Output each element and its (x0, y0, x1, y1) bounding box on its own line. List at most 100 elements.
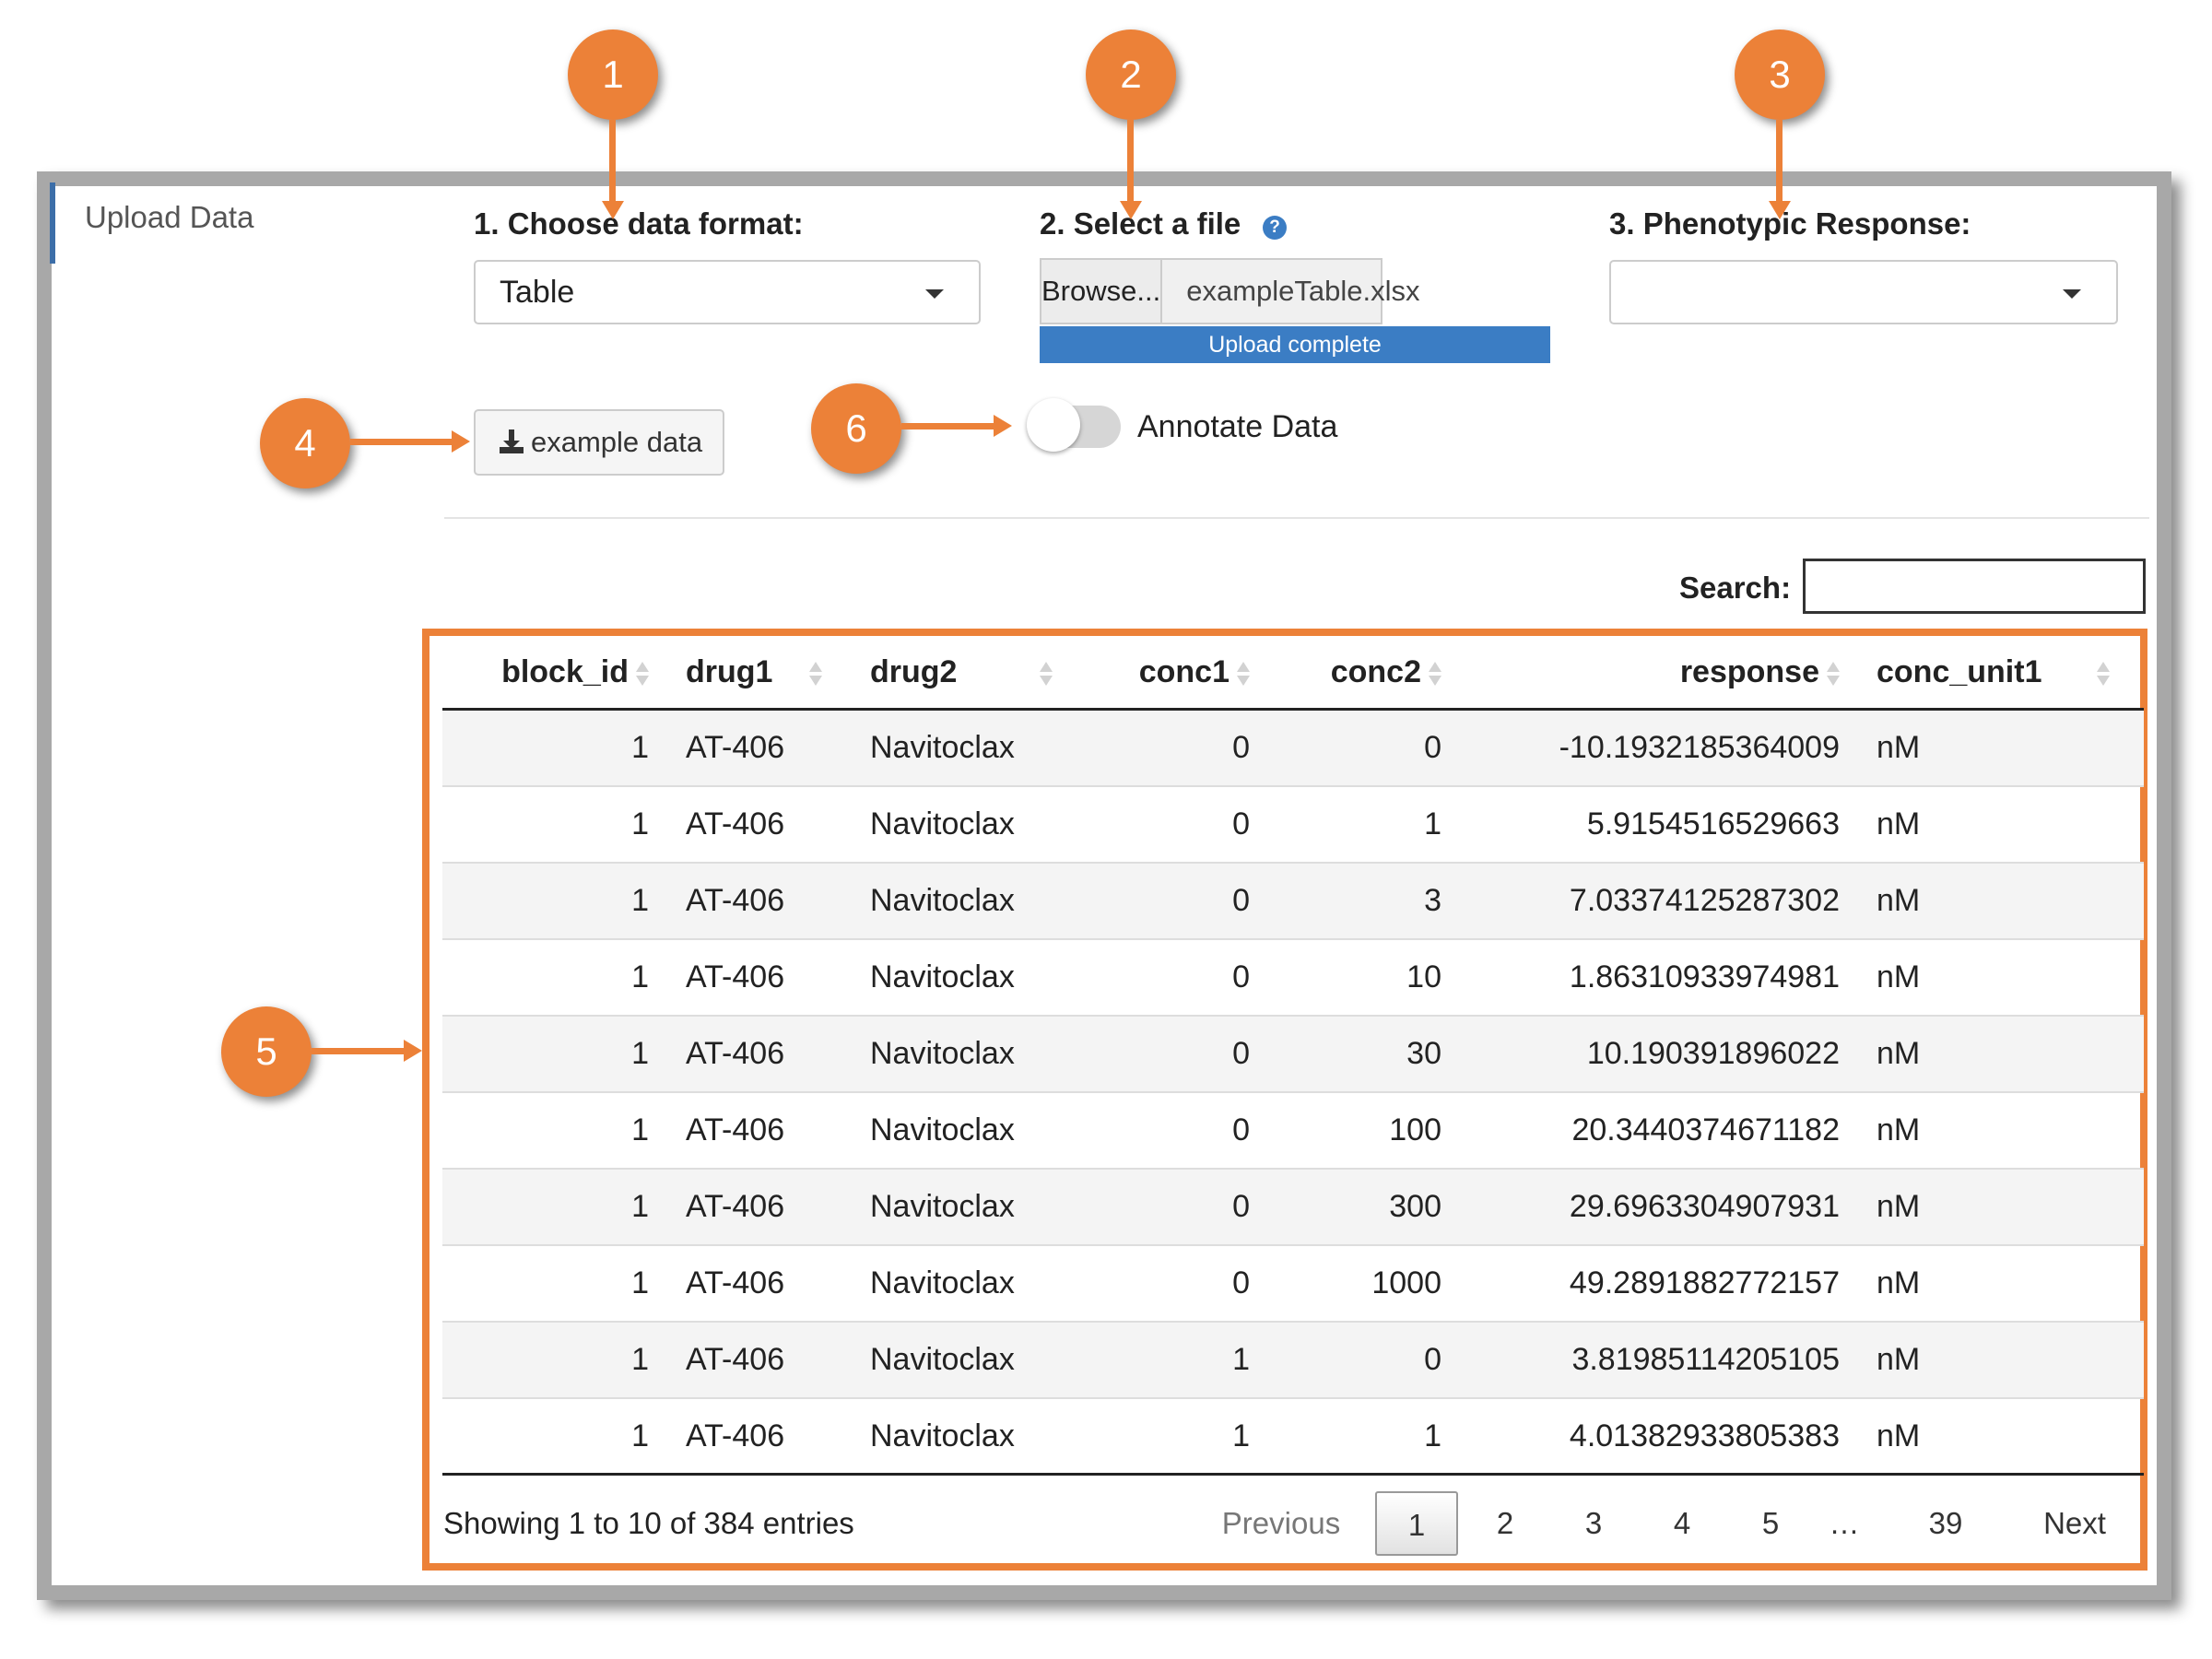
column-header-response[interactable]: response (1460, 636, 1858, 711)
cell-conc-unit1: nM (1858, 1015, 2144, 1092)
column-header-label: block_id (501, 653, 629, 689)
column-header-drug2[interactable]: drug2 (852, 636, 1073, 711)
format-select[interactable]: Table (474, 260, 981, 324)
cell-drug1: AT-406 (667, 1321, 852, 1398)
help-icon[interactable]: ? (1263, 216, 1287, 240)
annotate-label: Annotate Data (1137, 409, 1338, 444)
cell-conc1: 1 (1073, 1321, 1268, 1398)
chevron-down-icon (925, 289, 944, 299)
format-label: 1. Choose data format: (474, 206, 804, 241)
pagination-previous[interactable]: Previous (1198, 1491, 1364, 1556)
cell-block-id: 1 (442, 1321, 667, 1398)
column-header-label: drug2 (870, 653, 958, 689)
cell-response: 5.9154516529663 (1460, 785, 1858, 863)
cell-conc2: 1 (1268, 1397, 1460, 1474)
column-header-label: conc_unit1 (1877, 653, 2042, 689)
example-data-button[interactable]: example data (474, 409, 724, 476)
annotate-toggle[interactable] (1027, 398, 1121, 452)
pagination-next[interactable]: Next (2006, 1491, 2144, 1556)
sort-icon (2097, 660, 2111, 688)
cell-drug2: Navitoclax (852, 1244, 1073, 1322)
pagination-page-39[interactable]: 39 (1904, 1491, 1987, 1556)
cell-drug1: AT-406 (667, 1091, 852, 1169)
cell-response: 49.2891882772157 (1460, 1244, 1858, 1322)
cell-drug1: AT-406 (667, 785, 852, 863)
cell-block-id: 1 (442, 1244, 667, 1322)
table-row: 1 AT-406 Navitoclax 0 1 5.9154516529663 nM (442, 785, 2144, 863)
column-header-conc2[interactable]: conc2 (1268, 636, 1460, 711)
cell-block-id: 1 (442, 1397, 667, 1474)
cell-drug2: Navitoclax (852, 1168, 1073, 1245)
sidebar-tab-upload-data[interactable]: Upload Data (50, 182, 326, 264)
annotation-marker-5: 5 (221, 1006, 312, 1097)
annotation-arrowhead (404, 1040, 422, 1062)
cell-block-id: 1 (442, 862, 667, 939)
annotation-marker-6: 6 (811, 383, 901, 474)
pagination-page-2[interactable]: 2 (1464, 1491, 1547, 1556)
pagination-ellipsis: … (1829, 1506, 1860, 1540)
pagination-page-4[interactable]: 4 (1641, 1491, 1724, 1556)
annotation-arrow (312, 1048, 406, 1054)
pagination: Previous 1 2 3 4 5 … 39 Next (1198, 1491, 2144, 1556)
cell-drug2: Navitoclax (852, 938, 1073, 1016)
cell-conc-unit1: nM (1858, 1091, 2144, 1169)
table-row: 1 AT-406 Navitoclax 1 0 3.81985114205105 nM (442, 1321, 2144, 1398)
table-footer-divider (442, 1473, 2144, 1476)
cell-block-id: 1 (442, 1015, 667, 1092)
cell-drug2: Navitoclax (852, 1397, 1073, 1474)
annotation-arrowhead (994, 415, 1012, 437)
table-row: 1 AT-406 Navitoclax 0 30 10.190391896022 nM (442, 1015, 2144, 1092)
cell-conc1: 0 (1073, 1168, 1268, 1245)
pagination-page-3[interactable]: 3 (1552, 1491, 1635, 1556)
cell-response: 3.81985114205105 (1460, 1321, 1858, 1398)
cell-response: 1.86310933974981 (1460, 938, 1858, 1016)
download-icon (500, 429, 524, 453)
column-header-block-id[interactable]: block_id (442, 636, 667, 711)
cell-response: -10.1932185364009 (1460, 708, 1858, 786)
cell-drug1: AT-406 (667, 938, 852, 1016)
column-header-conc-unit1[interactable]: conc_unit1 (1858, 636, 2144, 711)
cell-conc-unit1: nM (1858, 938, 2144, 1016)
annotation-arrow (609, 120, 616, 203)
cell-conc1: 0 (1073, 785, 1268, 863)
cell-conc2: 0 (1268, 708, 1460, 786)
pagination-page-5[interactable]: 5 (1729, 1491, 1812, 1556)
cell-conc-unit1: nM (1858, 1168, 2144, 1245)
cell-conc1: 0 (1073, 938, 1268, 1016)
cell-response: 4.01382933805383 (1460, 1397, 1858, 1474)
browse-button[interactable]: Browse... (1041, 260, 1163, 323)
pagination-page-1[interactable]: 1 (1375, 1491, 1458, 1556)
cell-conc2: 0 (1268, 1321, 1460, 1398)
upload-progress-bar: Upload complete (1040, 326, 1550, 363)
cell-block-id: 1 (442, 708, 667, 786)
annotation-arrow (350, 439, 453, 445)
cell-response: 7.03374125287302 (1460, 862, 1858, 939)
cell-drug2: Navitoclax (852, 1091, 1073, 1169)
cell-conc2: 300 (1268, 1168, 1460, 1245)
sort-icon (1827, 660, 1840, 688)
cell-conc1: 0 (1073, 708, 1268, 786)
annotation-arrow (1776, 120, 1783, 203)
annotation-arrowhead (452, 430, 470, 453)
sort-icon (1040, 660, 1053, 688)
annotation-arrow (901, 423, 995, 429)
phenotypic-select[interactable] (1609, 260, 2118, 324)
table-row: 1 AT-406 Navitoclax 0 100 20.3440374671182 nM (442, 1091, 2144, 1169)
cell-conc2: 10 (1268, 938, 1460, 1016)
column-header-drug1[interactable]: drug1 (667, 636, 852, 711)
file-input-group[interactable]: Browse... exampleTable.xlsx (1040, 258, 1420, 324)
annotation-marker-3: 3 (1735, 29, 1825, 120)
column-header-label: conc2 (1330, 653, 1421, 689)
sort-icon (809, 660, 823, 688)
cell-drug1: AT-406 (667, 708, 852, 786)
sort-icon (1429, 660, 1441, 688)
column-header-conc1[interactable]: conc1 (1073, 636, 1268, 711)
divider (444, 517, 2149, 519)
table-row: 1 AT-406 Navitoclax 0 3 7.03374125287302 nM (442, 862, 2144, 939)
cell-drug1: AT-406 (667, 1168, 852, 1245)
cell-drug2: Navitoclax (852, 1015, 1073, 1092)
table-info: Showing 1 to 10 of 384 entries (443, 1506, 854, 1540)
sort-icon (1237, 660, 1250, 688)
cell-drug2: Navitoclax (852, 862, 1073, 939)
search-input[interactable] (1803, 559, 2146, 614)
